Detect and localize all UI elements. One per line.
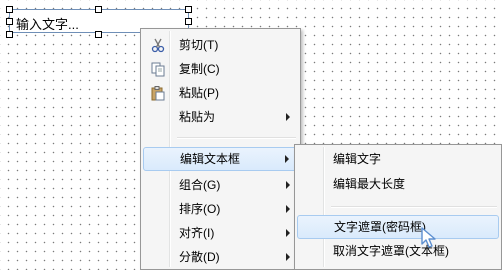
context-menu: 剪切(T) 复制(C) 粘贴(P) 粘贴为 编辑文本框 组合(G) 排序(O) xyxy=(140,28,301,270)
menu-item-label: 文字遮罩(密码框) xyxy=(334,220,426,234)
menu-item-edit-textbox[interactable]: 编辑文本框 xyxy=(143,147,298,171)
submenu-item-edit-text[interactable]: 编辑文字 xyxy=(297,148,499,170)
menu-item-label: 分散(D) xyxy=(179,250,220,264)
menu-item-distribute[interactable]: 分散(D) xyxy=(143,246,298,268)
submenu-item-text-mask-password[interactable]: 文字遮罩(密码框) xyxy=(297,215,499,239)
resize-handle-top-right[interactable] xyxy=(185,6,192,13)
menu-item-align[interactable]: 对齐(I) xyxy=(143,222,298,244)
resize-handle-bottom-left[interactable] xyxy=(6,31,13,38)
resize-handle-top-center[interactable] xyxy=(95,6,102,13)
submenu-item-edit-max-length[interactable]: 编辑最大长度 xyxy=(297,173,499,195)
menu-item-label: 复制(C) xyxy=(179,62,220,76)
menu-item-copy[interactable]: 复制(C) xyxy=(143,58,298,80)
submenu-arrow-icon xyxy=(286,113,290,121)
menu-item-cut[interactable]: 剪切(T) xyxy=(143,34,298,56)
submenu-arrow-icon xyxy=(286,205,290,213)
paste-icon xyxy=(151,86,165,101)
menu-item-label: 组合(G) xyxy=(179,178,221,192)
submenu-arrow-icon xyxy=(285,155,289,163)
menu-item-label: 编辑最大长度 xyxy=(333,177,406,191)
menu-item-label: 编辑文字 xyxy=(333,152,382,166)
scissors-icon xyxy=(151,38,165,53)
resize-handle-top-left[interactable] xyxy=(6,6,13,13)
copy-icon xyxy=(151,62,165,77)
submenu-item-cancel-text-mask[interactable]: 取消文字遮罩(文本框) xyxy=(297,240,499,262)
menu-item-paste[interactable]: 粘贴(P) xyxy=(143,82,298,104)
mouse-pointer-icon xyxy=(421,227,436,248)
edit-textbox-submenu: 编辑文字 编辑最大长度 文字遮罩(密码框) 取消文字遮罩(文本框) xyxy=(294,144,502,270)
menu-separator xyxy=(331,206,497,208)
menu-item-group[interactable]: 组合(G) xyxy=(143,174,298,196)
text-box-placeholder: 输入文字... xyxy=(16,17,79,32)
menu-item-label: 排序(O) xyxy=(179,202,221,216)
menu-item-paste-as[interactable]: 粘贴为 xyxy=(143,106,298,128)
submenu-arrow-icon xyxy=(286,229,290,237)
menu-item-label: 粘贴(P) xyxy=(179,86,219,100)
submenu-arrow-icon xyxy=(286,181,290,189)
menu-separator xyxy=(177,137,296,139)
menu-item-label: 编辑文本框 xyxy=(180,152,241,166)
menu-item-label: 对齐(I) xyxy=(179,226,215,240)
resize-handle-bottom-center[interactable] xyxy=(95,31,102,38)
resize-handle-middle-left[interactable] xyxy=(6,18,13,25)
menu-item-order[interactable]: 排序(O) xyxy=(143,198,298,220)
menu-item-label: 剪切(T) xyxy=(179,38,219,52)
resize-handle-middle-right[interactable] xyxy=(185,18,192,25)
submenu-arrow-icon xyxy=(286,253,290,261)
menu-item-label: 粘贴为 xyxy=(179,110,216,124)
